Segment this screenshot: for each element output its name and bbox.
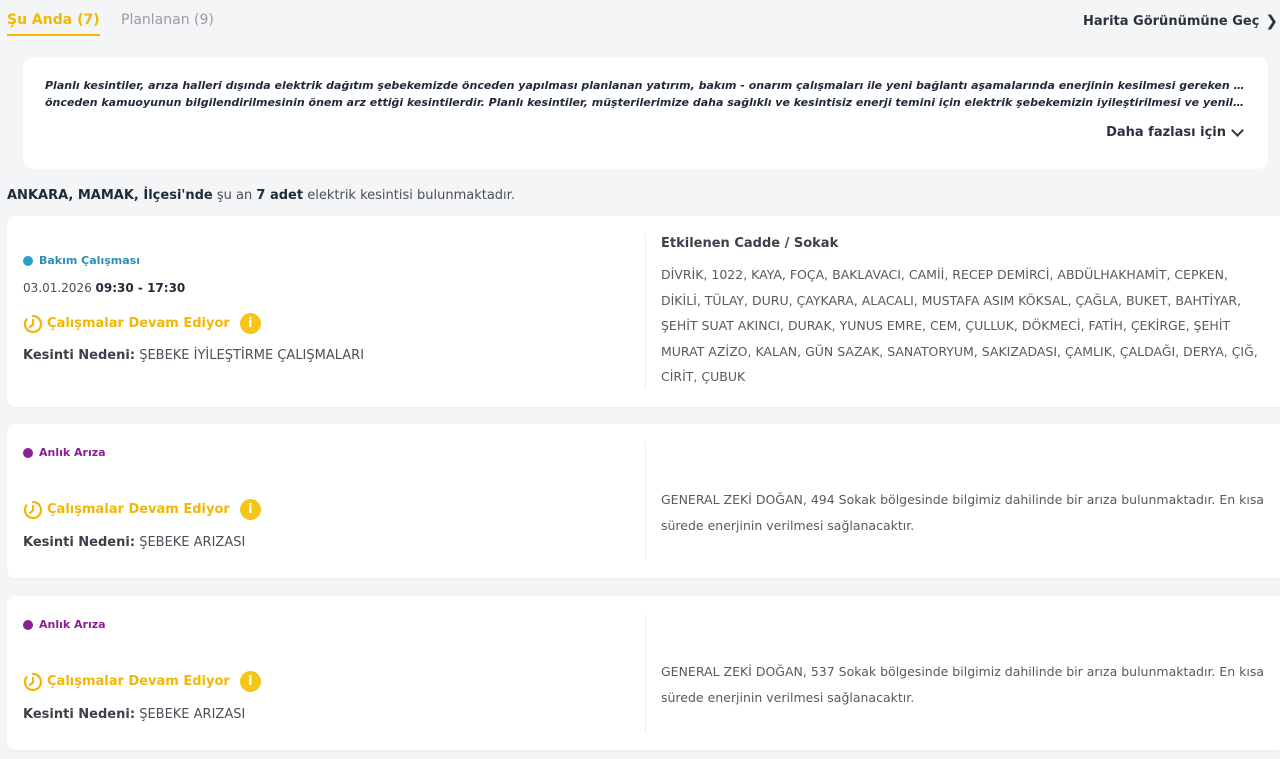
outage-type: Anlık Arıza bbox=[23, 618, 106, 631]
outage-type-label: Anlık Arıza bbox=[39, 446, 106, 459]
outage-status-label: Çalışmalar Devam Ediyor bbox=[47, 502, 230, 517]
map-view-label: Harita Görünümüne Geç bbox=[1083, 13, 1260, 29]
info-icon[interactable]: i bbox=[239, 499, 261, 520]
chevron-right-icon: ❯ bbox=[1265, 12, 1278, 30]
outage-card: Anlık Arıza Çalışmalar Devam Ediyor i Ke… bbox=[7, 596, 1280, 750]
fault-description: GENERAL ZEKİ DOĞAN, 537 Sokak bölgesinde… bbox=[661, 664, 1265, 705]
outage-reason-label: Kesinti Nedeni: bbox=[23, 535, 136, 550]
outage-status-label: Çalışmalar Devam Ediyor bbox=[47, 316, 230, 331]
maintenance-dot-icon bbox=[23, 255, 33, 266]
outage-datetime: 03.01.2026 09:30 - 17:30 bbox=[23, 281, 185, 295]
progress-clock-icon bbox=[23, 672, 43, 691]
progress-clock-icon bbox=[23, 314, 43, 333]
summary-tail: elektrik kesintisi bulunmaktadır. bbox=[307, 188, 515, 203]
outage-time: 09:30 - 17:30 bbox=[95, 281, 186, 295]
card-divider bbox=[645, 442, 646, 560]
info-line-1: Planlı kesintiler, arıza halleri dışında… bbox=[45, 79, 1245, 92]
info-line-2: önceden kamuoyunun bilgilendirilmesinin … bbox=[45, 96, 1245, 109]
outage-reason: Kesinti Nedeni: ŞEBEKE ARIZASI bbox=[23, 707, 245, 722]
outage-summary: ANKARA, MAMAK, İlçesi'nde şu an 7 adet e… bbox=[7, 188, 515, 203]
summary-location: ANKARA, MAMAK, İlçesi'nde bbox=[7, 188, 213, 203]
read-more-link[interactable]: Daha fazlası için bbox=[1106, 125, 1242, 140]
outage-reason-value: ŞEBEKE ARIZASI bbox=[139, 535, 246, 550]
outage-type: Bakım Çalışması bbox=[23, 254, 140, 267]
progress-clock-icon bbox=[23, 500, 43, 519]
tab-current-label: Şu Anda (7) bbox=[7, 12, 100, 28]
tab-planned-label: Planlanan (9) bbox=[121, 12, 214, 28]
tab-planned[interactable]: Planlanan (9) bbox=[121, 12, 214, 28]
outage-type-label: Anlık Arıza bbox=[39, 618, 106, 631]
fault-dot-icon bbox=[23, 619, 33, 630]
outage-reason: Kesinti Nedeni: ŞEBEKE İYİLEŞTİRME ÇALIŞ… bbox=[23, 348, 364, 363]
read-more-label: Daha fazlası için bbox=[1106, 125, 1226, 140]
affected-streets-list: DİVRİK, 1022, KAYA, FOÇA, BAKLAVACI, CAM… bbox=[661, 267, 1258, 384]
outage-date: 03.01.2026 bbox=[23, 281, 92, 295]
fault-description: GENERAL ZEKİ DOĞAN, 494 Sokak bölgesinde… bbox=[661, 492, 1265, 533]
chevron-down-icon bbox=[1232, 126, 1242, 136]
outage-status: Çalışmalar Devam Ediyor i bbox=[23, 671, 261, 692]
outage-status: Çalışmalar Devam Ediyor i bbox=[23, 313, 261, 334]
info-icon[interactable]: i bbox=[239, 313, 261, 334]
affected-streets-title: Etkilenen Cadde / Sokak bbox=[661, 236, 839, 251]
fault-dot-icon bbox=[23, 447, 33, 458]
outage-reason-value: ŞEBEKE ARIZASI bbox=[139, 707, 246, 722]
summary-mid: şu an bbox=[216, 188, 253, 203]
outage-reason-label: Kesinti Nedeni: bbox=[23, 348, 136, 363]
outage-reason-label: Kesinti Nedeni: bbox=[23, 707, 136, 722]
outage-reason-value: ŞEBEKE İYİLEŞTİRME ÇALIŞMALARI bbox=[139, 348, 365, 363]
map-view-link[interactable]: Harita Görünümüne Geç ❯ bbox=[1083, 12, 1280, 30]
tab-bar: Şu Anda (7) Planlanan (9) Harita Görünüm… bbox=[0, 0, 1280, 44]
card-divider bbox=[645, 614, 646, 732]
summary-count: 7 adet bbox=[256, 188, 304, 203]
planned-outage-info-card: Planlı kesintiler, arıza halleri dışında… bbox=[23, 57, 1268, 169]
outage-type-label: Bakım Çalışması bbox=[39, 254, 140, 267]
outage-card: Anlık Arıza Çalışmalar Devam Ediyor i Ke… bbox=[7, 424, 1280, 578]
outage-status: Çalışmalar Devam Ediyor i bbox=[23, 499, 261, 520]
info-description: Planlı kesintiler, arıza halleri dışında… bbox=[45, 77, 1245, 111]
outage-reason: Kesinti Nedeni: ŞEBEKE ARIZASI bbox=[23, 535, 245, 550]
tab-current[interactable]: Şu Anda (7) bbox=[7, 12, 100, 36]
outage-type: Anlık Arıza bbox=[23, 446, 106, 459]
card-divider bbox=[645, 234, 646, 389]
outage-card: Bakım Çalışması 03.01.2026 09:30 - 17:30… bbox=[7, 216, 1280, 407]
outage-status-label: Çalışmalar Devam Ediyor bbox=[47, 674, 230, 689]
tab-active-underline bbox=[7, 34, 100, 36]
info-icon[interactable]: i bbox=[239, 671, 261, 692]
